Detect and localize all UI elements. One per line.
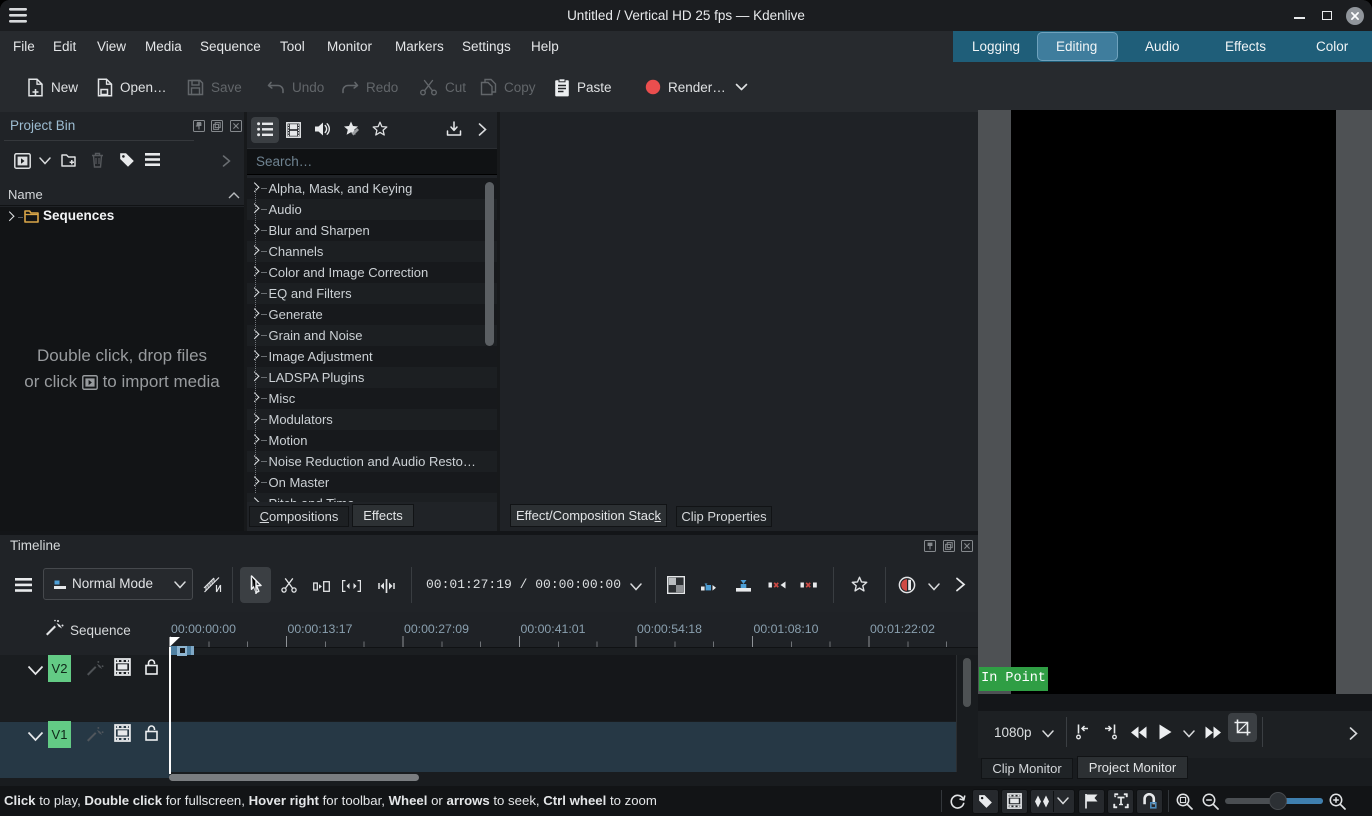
svg-text:00:00:41:01: 00:00:41:01 bbox=[521, 622, 586, 636]
svg-text:00:01:22:02: 00:01:22:02 bbox=[870, 622, 935, 636]
svg-text:00:00:54:18: 00:00:54:18 bbox=[637, 622, 702, 636]
svg-text:00:00:13:17: 00:00:13:17 bbox=[288, 622, 353, 636]
svg-text:00:01:08:10: 00:01:08:10 bbox=[754, 622, 819, 636]
svg-text:00:00:00:00: 00:00:00:00 bbox=[171, 622, 236, 636]
svg-text:00:00:27:09: 00:00:27:09 bbox=[404, 622, 469, 636]
